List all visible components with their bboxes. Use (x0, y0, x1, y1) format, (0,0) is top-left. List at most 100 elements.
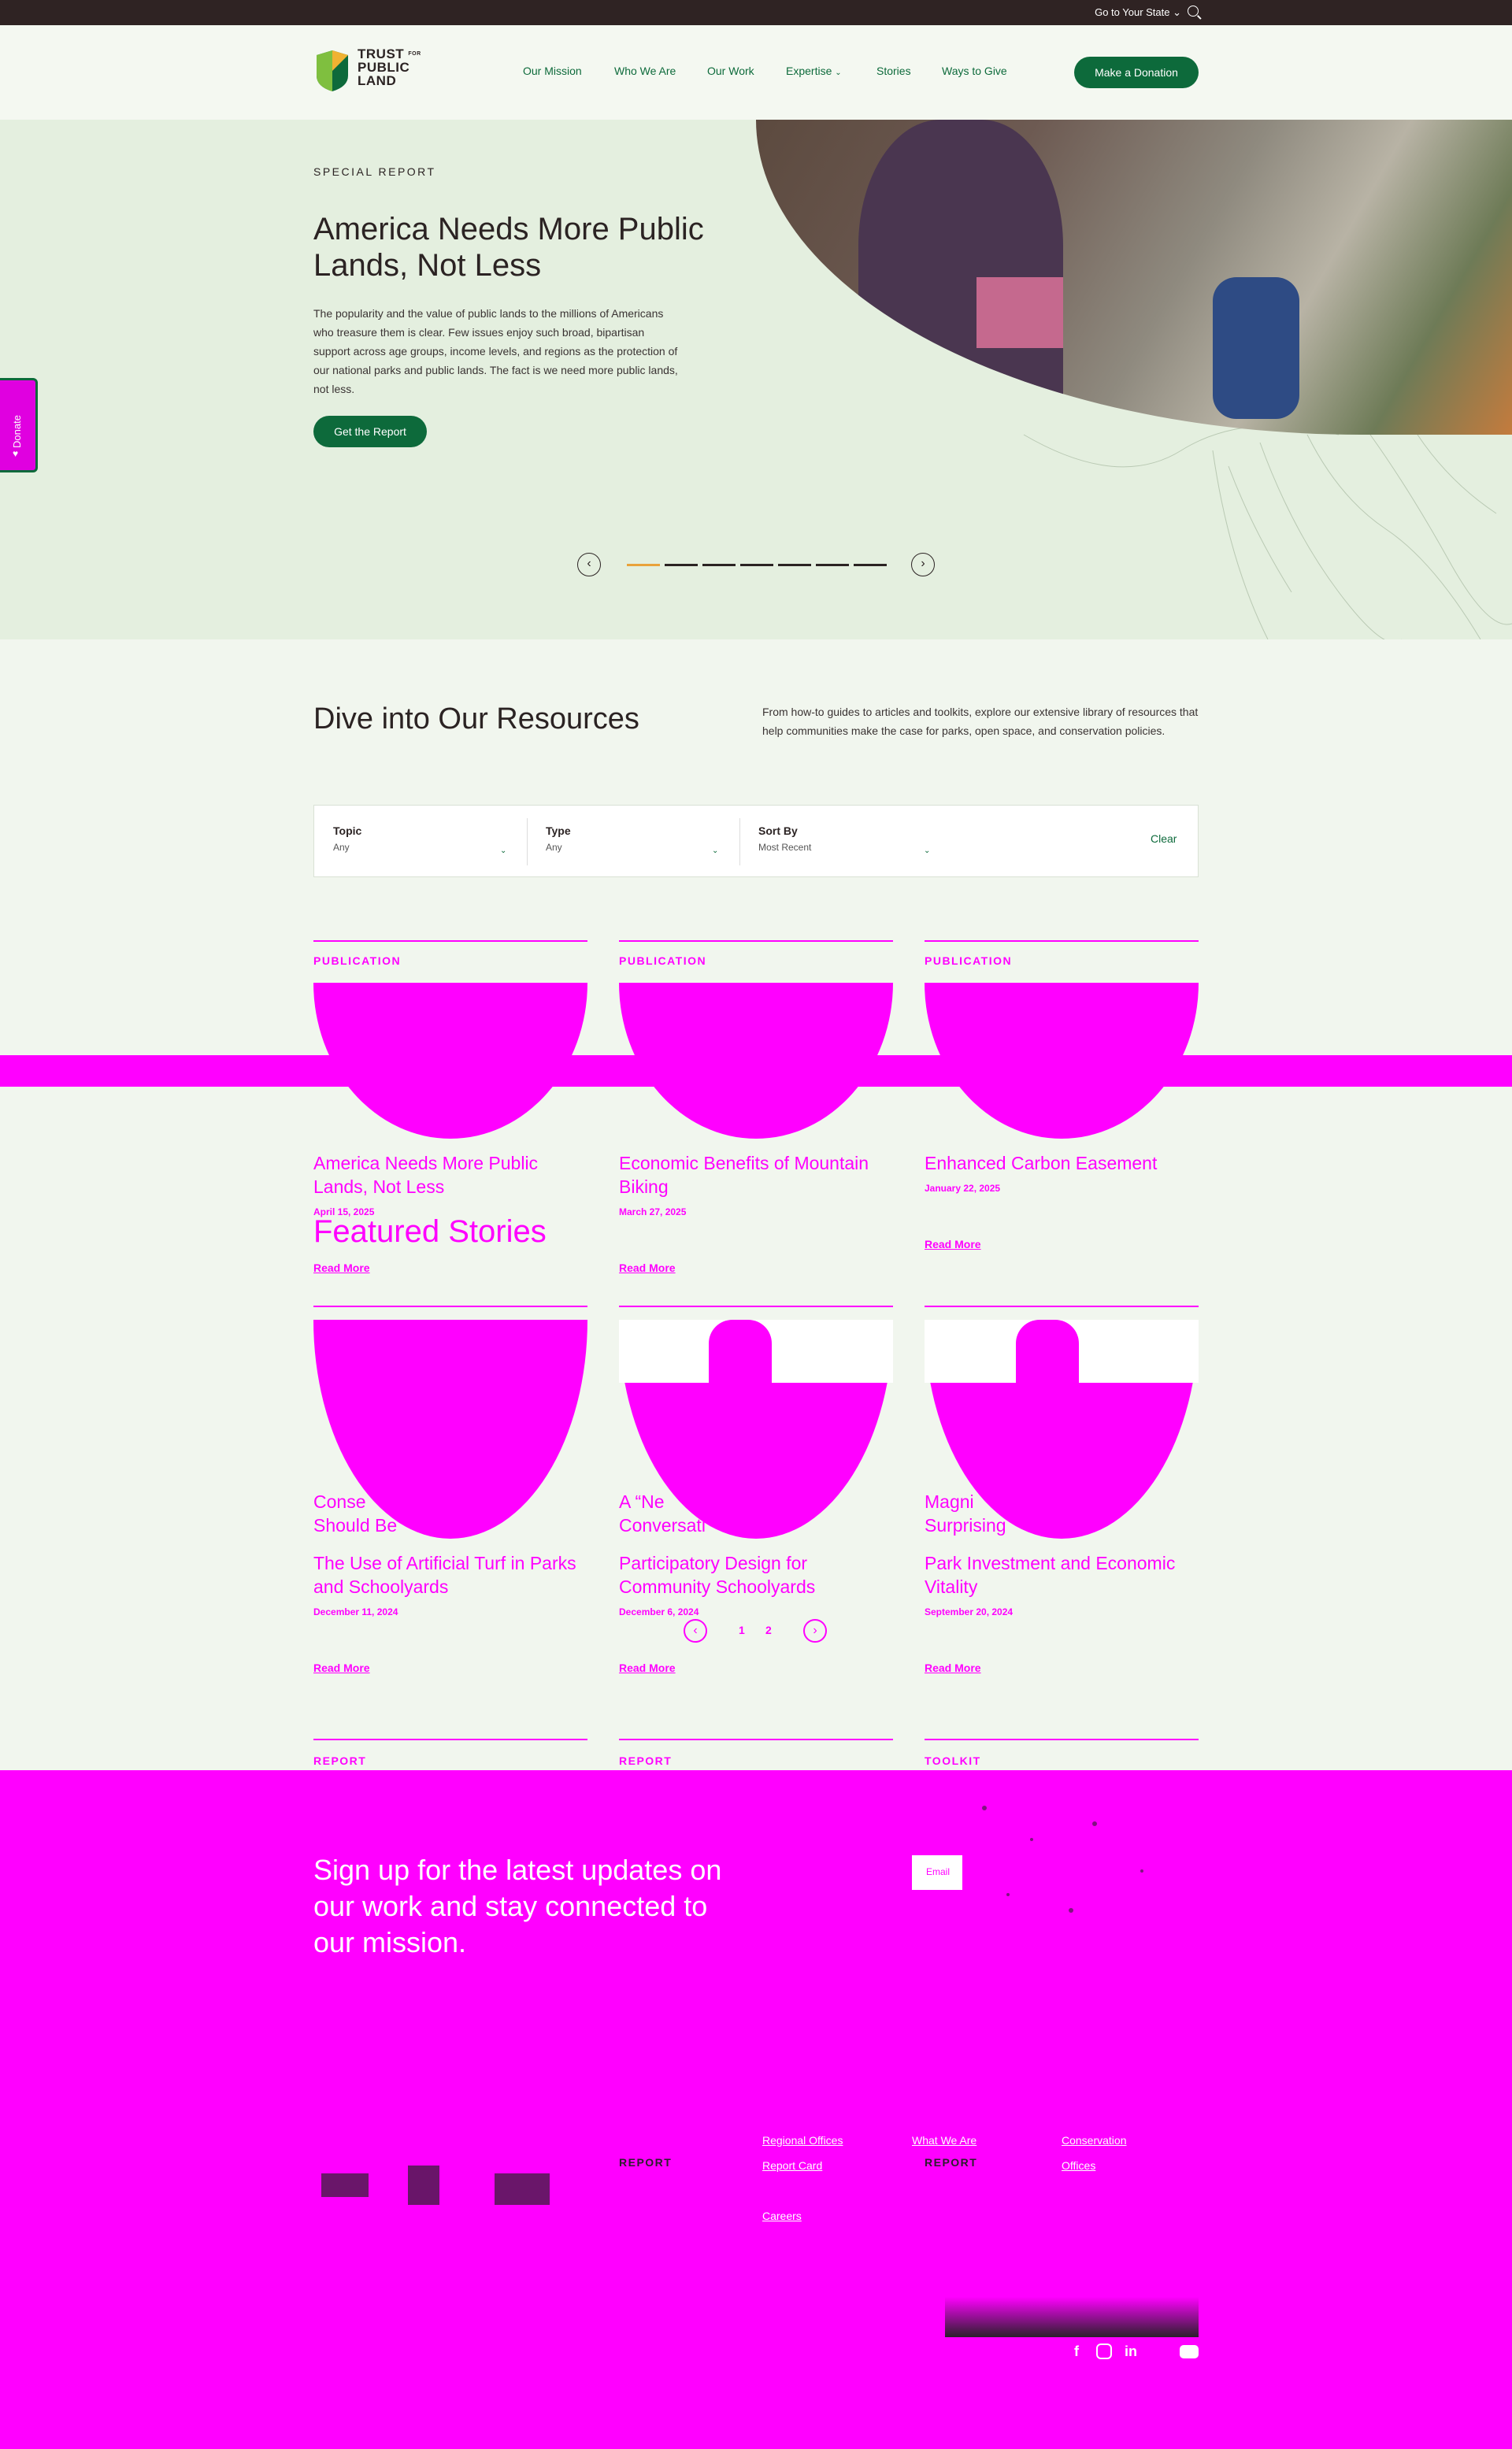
slide-dash[interactable] (740, 564, 773, 566)
card-category: PUBLICATION (925, 954, 1013, 967)
card-title[interactable]: Economic Benefits of Mountain Biking (619, 1151, 893, 1199)
filter-divider (739, 818, 740, 865)
story-title-fragment[interactable]: Conse Should Be (313, 1490, 455, 1537)
read-more-link[interactable]: Read More (925, 1238, 981, 1250)
read-more-link[interactable]: Read More (313, 2441, 370, 2449)
story-figure-shape (709, 1320, 772, 1414)
clear-filters-link[interactable]: Clear (1151, 832, 1177, 845)
featured-stories-title: Featured Stories (313, 1214, 547, 1249)
hero-title: America Needs More Public Lands, Not Les… (313, 212, 704, 283)
story-fragment-line: Conse (313, 1491, 366, 1512)
state-selector[interactable]: Go to Your State ⌄ (1095, 6, 1181, 19)
chevron-down-icon: ⌄ (835, 69, 842, 77)
chevron-right-icon[interactable]: › (911, 553, 935, 576)
logo-line3: LAND (358, 73, 397, 88)
hero-image-hikers (756, 120, 1512, 435)
logo-wordmark[interactable]: TRUST FOR PUBLIC LAND (358, 47, 421, 87)
chevron-right-icon[interactable]: › (803, 1619, 827, 1643)
logo-for: FOR (408, 51, 421, 57)
footer-link[interactable]: Careers (762, 2210, 802, 2222)
story-fragment-line: Surprising (925, 1515, 1006, 1536)
facebook-icon[interactable]: f (1074, 2343, 1079, 2360)
nav-our-mission[interactable]: Our Mission (523, 65, 582, 77)
footer-link[interactable]: What We Are (912, 2134, 976, 2147)
nav-ways-to-give[interactable]: Ways to Give (942, 65, 1007, 77)
card-category: PUBLICATION (619, 954, 707, 967)
youtube-icon[interactable] (1180, 2345, 1199, 2358)
filter-bar: Topic Any ⌄ Type Any ⌄ Sort By Most Rece… (313, 805, 1199, 877)
page-number[interactable]: 2 (765, 1624, 772, 1636)
story-title-fragment[interactable]: Magni Surprising (925, 1490, 1066, 1537)
search-icon[interactable] (1188, 6, 1199, 17)
story-fragment-line: Should Be (313, 1515, 398, 1536)
chevron-down-icon: ⌄ (924, 847, 931, 855)
chevron-down-icon: ⌄ (712, 847, 719, 855)
slide-dash-active[interactable] (627, 564, 660, 566)
side-donate-tab[interactable]: Donate ♥ (0, 378, 38, 472)
card-divider (925, 1739, 1199, 1740)
nav-stories[interactable]: Stories (876, 65, 911, 77)
card-divider (619, 1739, 893, 1740)
nav-expertise[interactable]: Expertise ⌄ (786, 65, 842, 77)
type-filter-label: Type (546, 824, 571, 837)
card-date: December 6, 2024 (619, 1606, 699, 1617)
slider-dots (627, 564, 887, 566)
logo-icon[interactable] (313, 49, 351, 93)
story-title-fragment[interactable]: A “Ne Conversati (619, 1490, 761, 1537)
slide-dash[interactable] (778, 564, 811, 566)
footer-link[interactable]: Regional Offices (762, 2134, 843, 2147)
card-category: PUBLICATION (313, 954, 402, 967)
card-title[interactable]: The Use of Artificial Turf in Parks and … (313, 1551, 587, 1599)
make-donation-button[interactable]: Make a Donation (1074, 57, 1199, 88)
linkedin-icon[interactable]: in (1125, 2343, 1137, 2360)
slide-dash[interactable] (816, 564, 849, 566)
speckle-texture (321, 2166, 550, 2205)
logo-line2: PUBLIC (358, 60, 410, 75)
footer-badge: REPORT (619, 2156, 673, 2169)
hero-eyebrow: SPECIAL REPORT (313, 165, 436, 178)
card-divider (619, 1306, 893, 1307)
topic-filter-value: Any (333, 842, 350, 853)
nav-our-work[interactable]: Our Work (707, 65, 754, 77)
read-more-link[interactable]: Read More (313, 1662, 370, 1674)
card-title[interactable]: Park Investment and Economic Vitality (925, 1551, 1199, 1599)
card-divider (313, 1306, 587, 1307)
card-title[interactable]: America Needs More Public Lands, Not Les… (313, 1151, 587, 1199)
read-more-link[interactable]: Read More (619, 1262, 676, 1274)
sort-filter[interactable]: Sort By Most Recent (758, 824, 811, 853)
nav-who-we-are[interactable]: Who We Are (614, 65, 676, 77)
chevron-left-icon[interactable]: ‹ (577, 553, 601, 576)
get-report-button[interactable]: Get the Report (313, 416, 427, 447)
card-date: December 11, 2024 (313, 1606, 398, 1617)
card-title[interactable]: Participatory Design for Community Schoo… (619, 1551, 893, 1599)
type-filter[interactable]: Type Any (546, 824, 571, 853)
footer-link[interactable]: Report Card (762, 2159, 822, 2172)
card-divider (925, 940, 1199, 942)
slide-dash[interactable] (702, 564, 736, 566)
chevron-left-icon[interactable]: ‹ (684, 1619, 707, 1643)
sort-filter-label: Sort By (758, 824, 798, 837)
card-divider (925, 1306, 1199, 1307)
resources-description: From how-to guides to articles and toolk… (762, 706, 1199, 737)
speckle-texture (982, 1806, 1143, 1913)
newsletter-title: Sign up for the latest updates on our wo… (313, 1854, 722, 1958)
footer-link[interactable]: Conservation (1062, 2134, 1127, 2147)
topic-filter[interactable]: Topic Any (333, 824, 361, 853)
type-filter-value: Any (546, 842, 562, 853)
page-number[interactable]: 1 (739, 1624, 745, 1636)
read-more-link[interactable]: Read More (619, 1662, 676, 1674)
slide-dash[interactable] (854, 564, 887, 566)
chevron-down-icon: ⌄ (500, 847, 507, 855)
read-more-link[interactable]: Read More (313, 1262, 370, 1274)
slide-dash[interactable] (665, 564, 698, 566)
read-more-link[interactable]: Read More (925, 1662, 981, 1674)
card-category: REPORT (619, 1754, 673, 1767)
story-figure-shape (1016, 1320, 1079, 1414)
card-date: March 27, 2025 (619, 1206, 687, 1217)
hiker-pocket-shape (976, 277, 1063, 348)
instagram-icon[interactable] (1096, 2343, 1112, 2359)
card-title[interactable]: Enhanced Carbon Easement (925, 1151, 1199, 1175)
footer-badge: REPORT (925, 2156, 978, 2169)
footer-link[interactable]: Offices (1062, 2159, 1095, 2172)
story-fragment-line: Conversati (619, 1515, 706, 1536)
